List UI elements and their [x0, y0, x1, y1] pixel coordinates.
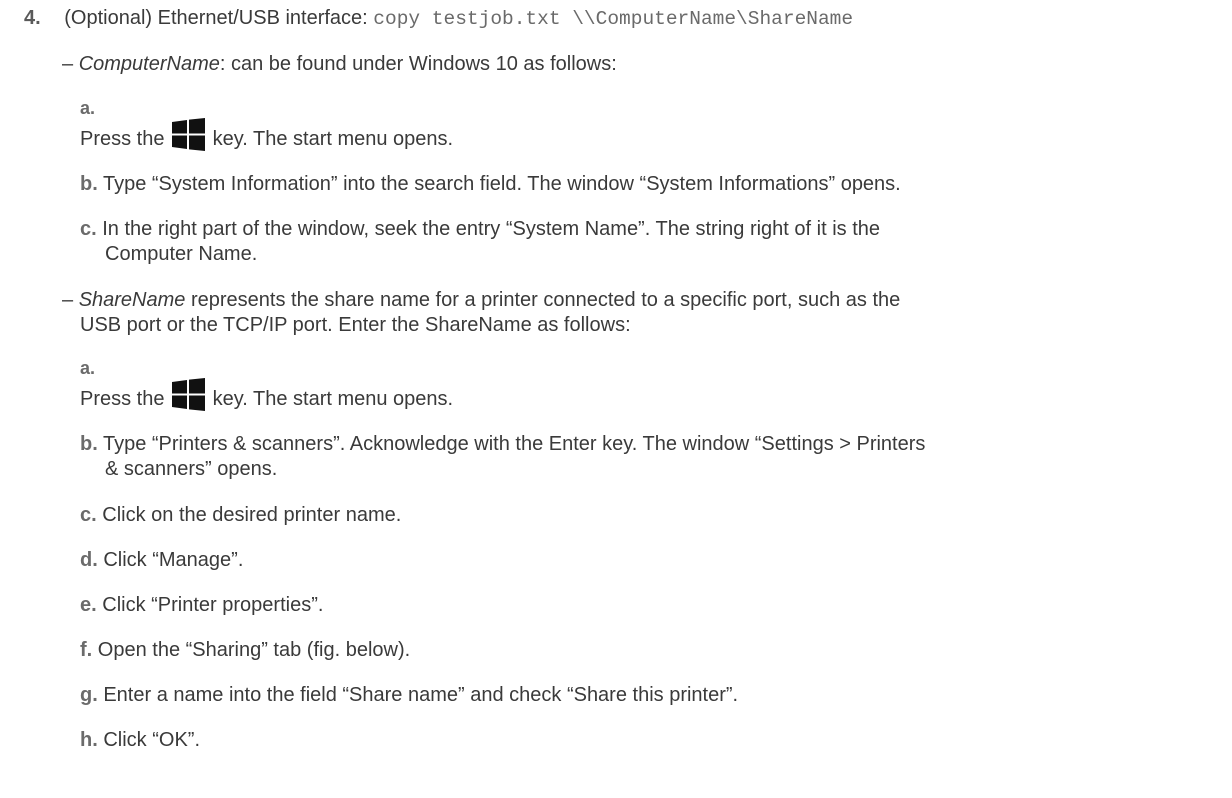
share-name-item-cont: USB port or the TCP/IP port. Enter the S… [80, 313, 631, 337]
share-name-step-c: c. Click on the desired printer name. [80, 503, 401, 527]
step-4: 4. (Optional) Ethernet/USB interface: co… [24, 6, 853, 31]
term-share-name: ShareName [78, 289, 186, 311]
step-letter-c: c. [80, 504, 97, 526]
share-name-step-b-cont: & scanners” opens. [105, 457, 277, 481]
step-b-text-line1: Type “Printers & scanners”. Acknowledge … [102, 433, 926, 455]
computer-name-step-c-cont: Computer Name. [105, 242, 257, 266]
step-letter-b: b. [80, 173, 98, 195]
command-code: copy testjob.txt \\ComputerName\ShareNam… [373, 8, 854, 30]
step-letter-c: c. [80, 218, 97, 240]
step-letter-e: e. [80, 594, 97, 616]
share-name-step-d: d. Click “Manage”. [80, 548, 243, 572]
step-letter-g: g. [80, 684, 98, 706]
computer-name-step-a: Press the key. The start menu opens. [80, 118, 453, 151]
computer-name-step-c: c. In the right part of the window, seek… [80, 217, 880, 241]
step-letter-a: a. [80, 358, 96, 378]
step-a-pre: Press the [80, 388, 165, 410]
share-name-text-line2: USB port or the TCP/IP port. Enter the S… [80, 314, 631, 336]
share-name-step-e: e. Click “Printer properties”. [80, 593, 323, 617]
step-f-text: Open the “Sharing” tab (fig. below). [97, 639, 411, 661]
step-letter-b: b. [80, 433, 98, 455]
dash-bullet: – [62, 289, 74, 311]
step-letter-f: f. [80, 639, 93, 661]
step-a-post: key. The start menu opens. [212, 128, 454, 150]
share-name-step-a: Press the key. The start menu opens. [80, 378, 453, 411]
step-c-text: Click on the desired printer name. [102, 504, 402, 526]
dash-bullet: – [62, 53, 74, 75]
windows-logo-icon [172, 378, 206, 411]
computer-name-item: – ComputerName: can be found under Windo… [62, 52, 617, 76]
share-name-item: – ShareName represents the share name fo… [62, 288, 900, 312]
share-name-step-g: g. Enter a name into the field “Share na… [80, 683, 738, 707]
term-computer-name: ComputerName [78, 53, 220, 75]
document-page: 4. (Optional) Ethernet/USB interface: co… [0, 0, 1232, 798]
step-g-text: Enter a name into the field “Share name”… [103, 684, 739, 706]
step-c-text-line2: Computer Name. [105, 243, 258, 265]
step-text: (Optional) Ethernet/USB interface: [64, 7, 368, 29]
step-letter-a: a. [80, 98, 96, 118]
computer-name-text: : can be found under Windows 10 as follo… [219, 53, 617, 75]
step-d-text: Click “Manage”. [103, 549, 244, 571]
step-a-post: key. The start menu opens. [212, 388, 454, 410]
share-name-text-line1: represents the share name for a printer … [185, 289, 901, 311]
step-number: 4. [24, 7, 41, 29]
step-h-text: Click “OK”. [103, 729, 201, 751]
step-b-text: Type “System Information” into the searc… [102, 173, 901, 195]
share-name-step-f: f. Open the “Sharing” tab (fig. below). [80, 638, 410, 662]
step-a-pre: Press the [80, 128, 165, 150]
step-letter-d: d. [80, 549, 98, 571]
computer-name-step-b: b. Type “System Information” into the se… [80, 172, 901, 196]
share-name-step-h: h. Click “OK”. [80, 728, 200, 752]
step-b-text-line2: & scanners” opens. [105, 458, 278, 480]
share-name-step-b: b. Type “Printers & scanners”. Acknowled… [80, 432, 925, 456]
step-c-text-line1: In the right part of the window, seek th… [102, 218, 881, 240]
step-e-text: Click “Printer properties”. [102, 594, 324, 616]
step-letter-h: h. [80, 729, 98, 751]
windows-logo-icon [172, 118, 206, 151]
